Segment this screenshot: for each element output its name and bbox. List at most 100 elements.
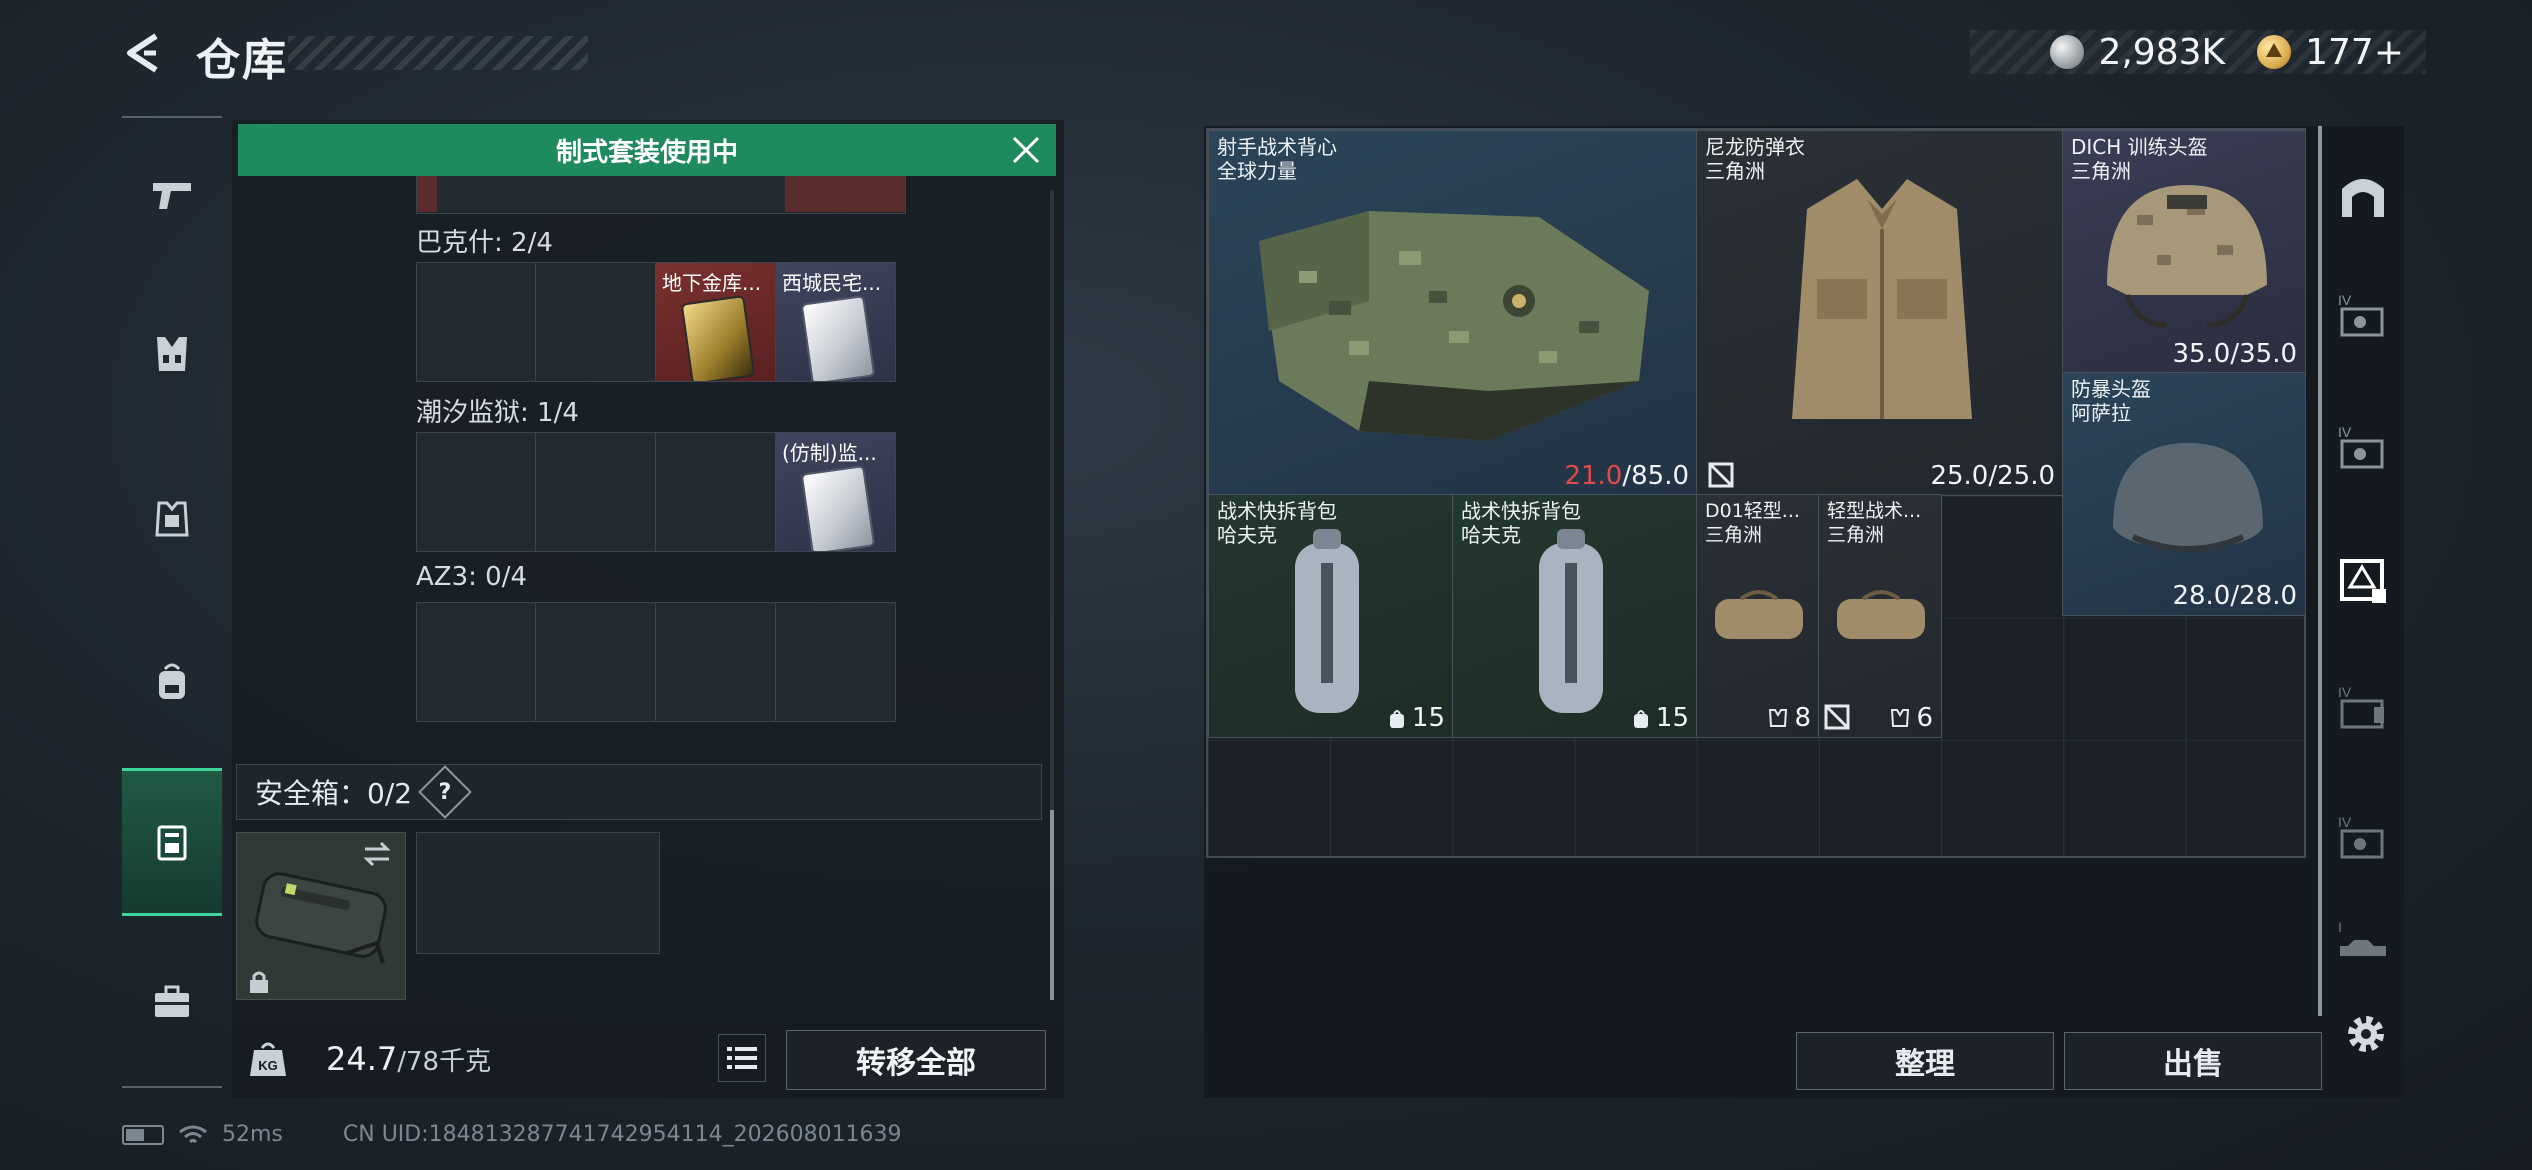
nav-weapons[interactable] xyxy=(122,120,222,268)
banner-text: 制式套装使用中 xyxy=(555,137,738,168)
armor-icon xyxy=(155,501,189,537)
duffel-backpack-image xyxy=(1295,529,1359,713)
nav-toolbox[interactable] xyxy=(122,928,222,1076)
equipment-item-riot-helmet[interactable]: 防暴头盔 阿萨拉 28.0/28.0 xyxy=(2062,372,2306,616)
category-special-active[interactable] xyxy=(2322,520,2404,640)
svg-text:KG: KG xyxy=(258,1058,278,1073)
storage-slot[interactable] xyxy=(656,432,776,552)
storage-slot[interactable] xyxy=(416,602,536,722)
nav-cases[interactable] xyxy=(122,768,222,916)
keycard-item[interactable]: (仿制)监... xyxy=(776,432,896,552)
item-name: 射手战术背心 全球力量 xyxy=(1217,135,1337,183)
durability: 28.0/28.0 xyxy=(2172,581,2297,611)
close-icon[interactable] xyxy=(1010,134,1042,166)
back-button[interactable] xyxy=(122,30,168,76)
ping-value: 52ms xyxy=(222,1122,283,1147)
keycard-item[interactable]: 西城民宅... xyxy=(776,262,896,382)
category-arch[interactable] xyxy=(2322,136,2404,256)
nav-backpacks[interactable] xyxy=(122,608,222,756)
transfer-all-button[interactable]: 转移全部 xyxy=(786,1030,1046,1090)
currency-bar: 2,983K 177+ xyxy=(1970,30,2426,74)
weight-current: 24.7 xyxy=(326,1040,398,1078)
svg-text:IV: IV xyxy=(2338,684,2352,700)
vest-capacity-icon xyxy=(1769,709,1788,727)
equipment-item-shooter-vest[interactable]: 射手战术背心 全球力量 21.0/85.0 xyxy=(1208,130,1698,496)
category-tier4-b[interactable]: IV xyxy=(2322,390,2404,510)
nav-armor[interactable] xyxy=(122,444,222,592)
equipment-item-light-bag[interactable]: D01轻型... 三角洲 8 xyxy=(1696,494,1820,738)
vest-icon xyxy=(157,337,187,371)
title-decoration xyxy=(288,36,588,70)
equipment-grid: 射手战术背心 全球力量 21.0/85.0 尼龙防弹衣 三角洲 25.0/25.0 … xyxy=(1206,128,2306,858)
list-view-button[interactable] xyxy=(718,1034,766,1082)
storage-slot[interactable] xyxy=(536,432,656,552)
category-tier4-a[interactable]: IV xyxy=(2322,258,2404,378)
backpack-capacity-icon xyxy=(1633,710,1648,728)
status-line: 52ms CN UID:184813287741742954114_202608… xyxy=(122,1122,902,1147)
keycard-item[interactable]: 地下金库... xyxy=(656,262,776,382)
safebox-item[interactable] xyxy=(236,832,406,1000)
storage-scroll-thumb[interactable] xyxy=(1050,810,1054,1000)
equipment-item-light-bag[interactable]: 轻型战术... 三角洲 6 xyxy=(1818,494,1942,738)
gold-coin-icon xyxy=(2257,35,2292,69)
equipment-item-dich-helmet[interactable]: DICH 训练头盔 三角洲 35.0/35.0 xyxy=(2062,130,2306,374)
nav-vests[interactable] xyxy=(122,280,222,428)
weight-max: /78千克 xyxy=(397,1047,492,1077)
svg-text:IV: IV xyxy=(2338,814,2352,830)
svg-text:I: I xyxy=(2338,919,2342,935)
safebox-empty-slot[interactable] xyxy=(416,832,660,954)
storage-slot[interactable] xyxy=(776,602,896,722)
capacity: 15 xyxy=(1632,703,1689,733)
storage-slot[interactable] xyxy=(536,262,656,382)
durability: 21.0/85.0 xyxy=(1564,461,1689,491)
slot-row-az3 xyxy=(416,602,896,724)
storage-slot[interactable] xyxy=(656,602,776,722)
weight-icon: KG xyxy=(250,1042,286,1076)
capacity: 8 xyxy=(1768,703,1811,733)
arch-icon xyxy=(2342,179,2384,217)
equipment-item-backpack[interactable]: 战术快拆背包 哈夫克 15 xyxy=(1208,494,1454,738)
uid-text: CN UID:184813287741742954114_20260801163… xyxy=(342,1122,902,1147)
group-label-bakesh: 巴克什: 2/4 xyxy=(416,228,553,258)
keycard-image xyxy=(800,294,876,381)
item-name: 地下金库... xyxy=(662,271,762,295)
item-name: 西城民宅... xyxy=(782,271,882,295)
help-icon[interactable]: ? xyxy=(418,765,472,819)
storage-slot[interactable] xyxy=(416,262,536,382)
tactical-vest-image xyxy=(1259,211,1649,441)
equipment-item-nylon-armor[interactable]: 尼龙防弹衣 三角洲 25.0/25.0 xyxy=(1696,130,2064,496)
lock-icon xyxy=(250,971,268,993)
outfit-in-use-banner: 制式套装使用中 xyxy=(238,124,1056,176)
durability: 35.0/35.0 xyxy=(2172,339,2297,369)
item-name: 防暴头盔 阿萨拉 xyxy=(2071,377,2151,425)
equipment-item-backpack[interactable]: 战术快拆背包 哈夫克 15 xyxy=(1452,494,1698,738)
tier4-container-icon: IV xyxy=(2338,684,2384,729)
category-tier4-d[interactable]: IV xyxy=(2322,780,2404,900)
storage-slot[interactable] xyxy=(536,602,656,722)
settings-gear-icon[interactable] xyxy=(2340,1008,2392,1060)
tier4-case-icon: IV xyxy=(2338,292,2384,337)
sell-button[interactable]: 出售 xyxy=(2064,1032,2322,1090)
back-arrow-icon xyxy=(127,33,158,73)
organize-button[interactable]: 整理 xyxy=(1796,1032,2054,1090)
category-tier4-c[interactable]: IV xyxy=(2322,650,2404,770)
keycard-image xyxy=(680,294,756,381)
tier4-case-icon: IV xyxy=(2338,424,2384,469)
slot-row-tidal-prison: (仿制)监... xyxy=(416,432,896,554)
left-category-nav xyxy=(122,116,222,1091)
swap-icon[interactable] xyxy=(361,841,393,867)
safebox-header: 安全箱：0/2 ? xyxy=(236,764,1042,820)
silver-currency-value: 2,983K xyxy=(2098,31,2226,73)
storage-slot[interactable] xyxy=(416,432,536,552)
gold-currency-value[interactable]: 177+ xyxy=(2305,32,2404,73)
category-tier1[interactable]: I xyxy=(2322,900,2404,990)
partial-slot-row xyxy=(416,176,906,214)
backpack-icon xyxy=(159,663,185,699)
tier1-item-icon: I xyxy=(2338,919,2386,956)
riot-helmet-image xyxy=(2113,443,2263,552)
item-name: 轻型战术... 三角洲 xyxy=(1827,500,1922,546)
armor-vest-image xyxy=(1792,179,1972,419)
duffel-bag-image xyxy=(1837,590,1925,639)
group-label-tidal-prison: 潮汐监狱: 1/4 xyxy=(416,398,579,428)
item-name: D01轻型... 三角洲 xyxy=(1705,500,1800,546)
